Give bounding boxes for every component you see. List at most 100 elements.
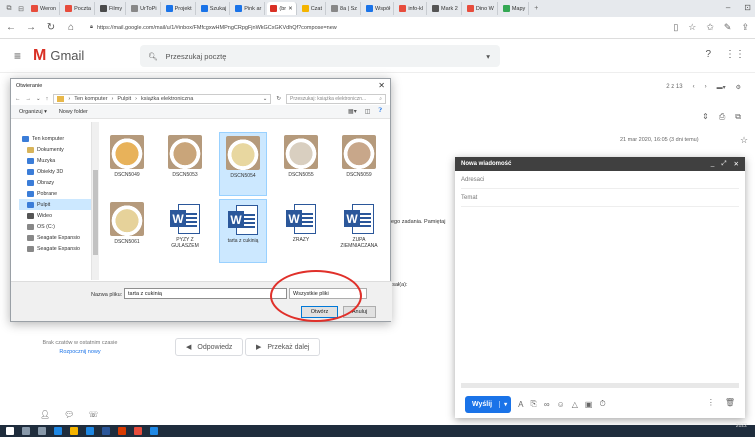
- compose-header[interactable]: Nowa wiadomość _ ⤢ ✕: [455, 157, 745, 171]
- dialog-search-input[interactable]: Przeszukaj: książka elektroniczn... ⌕: [286, 93, 386, 104]
- forward-button[interactable]: ▶ Przekaż dalej: [245, 338, 321, 356]
- prev-mail-icon[interactable]: ‹: [693, 84, 695, 90]
- task-view-icon[interactable]: [38, 427, 46, 435]
- dialog-titlebar[interactable]: Otwieranie ✕: [11, 79, 390, 92]
- browser-tab[interactable]: Weron: [28, 2, 61, 15]
- file-item[interactable]: DSCN5049: [103, 132, 151, 196]
- preview-pane-icon[interactable]: ◫: [365, 108, 371, 115]
- new-tab-icon[interactable]: +: [531, 5, 541, 12]
- browser-tab[interactable]: Czat: [299, 2, 327, 15]
- pen-icon[interactable]: ✎: [724, 22, 732, 33]
- breadcrumb-item-2[interactable]: książka elektroniczna: [141, 96, 193, 102]
- browser-tab[interactable]: Dino W: [464, 2, 498, 15]
- help-icon[interactable]: ?: [705, 49, 711, 60]
- browser-tab[interactable]: Mapy: [500, 2, 530, 15]
- tree-item[interactable]: Ten komputer: [19, 133, 99, 144]
- browser-tab[interactable]: info-kl: [396, 2, 427, 15]
- tree-item[interactable]: OS (C:): [19, 221, 99, 232]
- tree-item[interactable]: Dokumenty: [19, 144, 99, 155]
- tree-scroll-thumb[interactable]: [93, 170, 98, 255]
- contacts-icon[interactable]: 👤︎: [40, 410, 50, 419]
- breadcrumb-dropdown-icon[interactable]: ⌄: [263, 96, 268, 102]
- favorite-star-icon[interactable]: ☆: [688, 22, 696, 33]
- opera-icon[interactable]: [134, 427, 142, 435]
- explorer-icon[interactable]: [70, 427, 78, 435]
- print-icon[interactable]: ⎙: [719, 112, 725, 122]
- file-item[interactable]: W ZRAZY: [277, 199, 325, 263]
- url-field[interactable]: 🔒︎ https://mail.google.com/mail/u/1/#inb…: [86, 21, 663, 35]
- breadcrumb[interactable]: › Ten komputer › Pulpit › książka elektr…: [53, 93, 272, 104]
- reading-view-icon[interactable]: ▯: [673, 22, 678, 33]
- send-options-icon[interactable]: ▾: [499, 400, 511, 408]
- dialog-back-icon[interactable]: ←: [15, 96, 21, 102]
- mail-search-input[interactable]: 🔍︎ Przeszukaj pocztę ▾: [140, 45, 500, 67]
- dialog-up-icon[interactable]: ↑: [46, 96, 49, 102]
- file-item[interactable]: DSCN5054: [219, 132, 267, 196]
- browser-tab[interactable]: 8a | Sz: [328, 2, 362, 15]
- new-folder-button[interactable]: Nowy folder: [59, 109, 88, 115]
- back-icon[interactable]: ←: [6, 22, 16, 33]
- reply-button[interactable]: ◀ Odpowiedz: [175, 338, 244, 356]
- file-item[interactable]: DSCN5055: [277, 132, 325, 196]
- new-window-icon[interactable]: ⧉: [735, 112, 741, 122]
- favorites-icon[interactable]: ✩: [706, 22, 714, 33]
- file-item[interactable]: DSCN5059: [335, 132, 383, 196]
- browser-tab[interactable]: Projekt: [163, 2, 196, 15]
- word-app-icon[interactable]: [102, 427, 110, 435]
- emoji-icon[interactable]: ☺: [557, 400, 565, 409]
- close-window-icon[interactable]: ⊡: [744, 3, 751, 12]
- reload-icon[interactable]: ↻: [46, 22, 56, 33]
- tree-item[interactable]: Obrazy: [19, 177, 99, 188]
- dialog-refresh-icon[interactable]: ↻: [276, 96, 281, 102]
- minimize-compose-icon[interactable]: _: [711, 160, 715, 168]
- home-icon[interactable]: ⌂: [66, 22, 76, 33]
- subject-field[interactable]: Temat: [461, 189, 739, 207]
- dialog-forward-icon[interactable]: →: [26, 96, 32, 102]
- tree-item[interactable]: Seagate Expansio: [19, 243, 99, 254]
- fullscreen-icon[interactable]: ⤢: [721, 160, 726, 168]
- tree-item[interactable]: Obiekty 3D: [19, 166, 99, 177]
- dialog-close-icon[interactable]: ✕: [378, 81, 385, 90]
- tree-item[interactable]: Wideo: [19, 210, 99, 221]
- recipients-field[interactable]: Adresaci: [461, 171, 739, 189]
- message-body[interactable]: [455, 207, 745, 357]
- powerpoint-app-icon[interactable]: [118, 427, 126, 435]
- file-item[interactable]: DSCN5053: [161, 132, 209, 196]
- start-chat-link[interactable]: Rozpocznij nowy: [30, 349, 130, 355]
- settings-icon[interactable]: ⚙: [736, 84, 741, 91]
- expand-all-icon[interactable]: ⇕: [702, 112, 709, 122]
- breadcrumb-item-1[interactable]: Pulpit: [117, 96, 131, 102]
- browser-tab[interactable]: UrToPi: [128, 2, 161, 15]
- search-icon[interactable]: 🔍︎: [148, 52, 158, 61]
- star-icon[interactable]: ☆: [740, 135, 748, 146]
- search-options-icon[interactable]: ▾: [486, 52, 490, 61]
- main-menu-icon[interactable]: ≡: [14, 49, 21, 63]
- view-options-icon[interactable]: ▦▾: [348, 108, 357, 115]
- organize-menu[interactable]: Organizuj ▾: [19, 109, 47, 115]
- close-tab-icon[interactable]: ✕: [288, 6, 293, 12]
- forward-icon[interactable]: →: [26, 22, 36, 33]
- store-icon[interactable]: [86, 427, 94, 435]
- tab-list-icon[interactable]: ⊟: [16, 5, 26, 13]
- share-icon[interactable]: ⇪: [741, 22, 749, 33]
- apps-grid-icon[interactable]: ⋮⋮: [725, 49, 745, 60]
- link-icon[interactable]: ∞: [544, 400, 550, 409]
- compose-scrollbar[interactable]: [461, 383, 739, 388]
- send-button[interactable]: Wyślij ▾: [465, 395, 512, 413]
- more-options-icon[interactable]: ⋮: [707, 398, 715, 407]
- confidential-icon[interactable]: ⏱: [599, 399, 605, 409]
- start-icon[interactable]: [6, 427, 14, 435]
- file-item[interactable]: DSCN5061: [103, 199, 151, 263]
- formatting-icon[interactable]: A: [518, 400, 523, 409]
- browser-tab[interactable]: (br ✕: [267, 2, 297, 15]
- dialog-recent-icon[interactable]: ⌄: [36, 96, 41, 102]
- file-item[interactable]: Wtarta z cukinią: [219, 199, 267, 263]
- app-icon[interactable]: [150, 427, 158, 435]
- browser-tab[interactable]: Filmy: [97, 2, 127, 15]
- minimize-icon[interactable]: –: [726, 3, 730, 12]
- discard-icon[interactable]: 🗑︎: [725, 398, 735, 407]
- next-mail-icon[interactable]: ›: [705, 84, 707, 90]
- tab-actions-icon[interactable]: ⧉: [4, 5, 14, 13]
- drive-icon[interactable]: △: [572, 400, 578, 409]
- browser-tab[interactable]: Pink ar: [232, 2, 266, 15]
